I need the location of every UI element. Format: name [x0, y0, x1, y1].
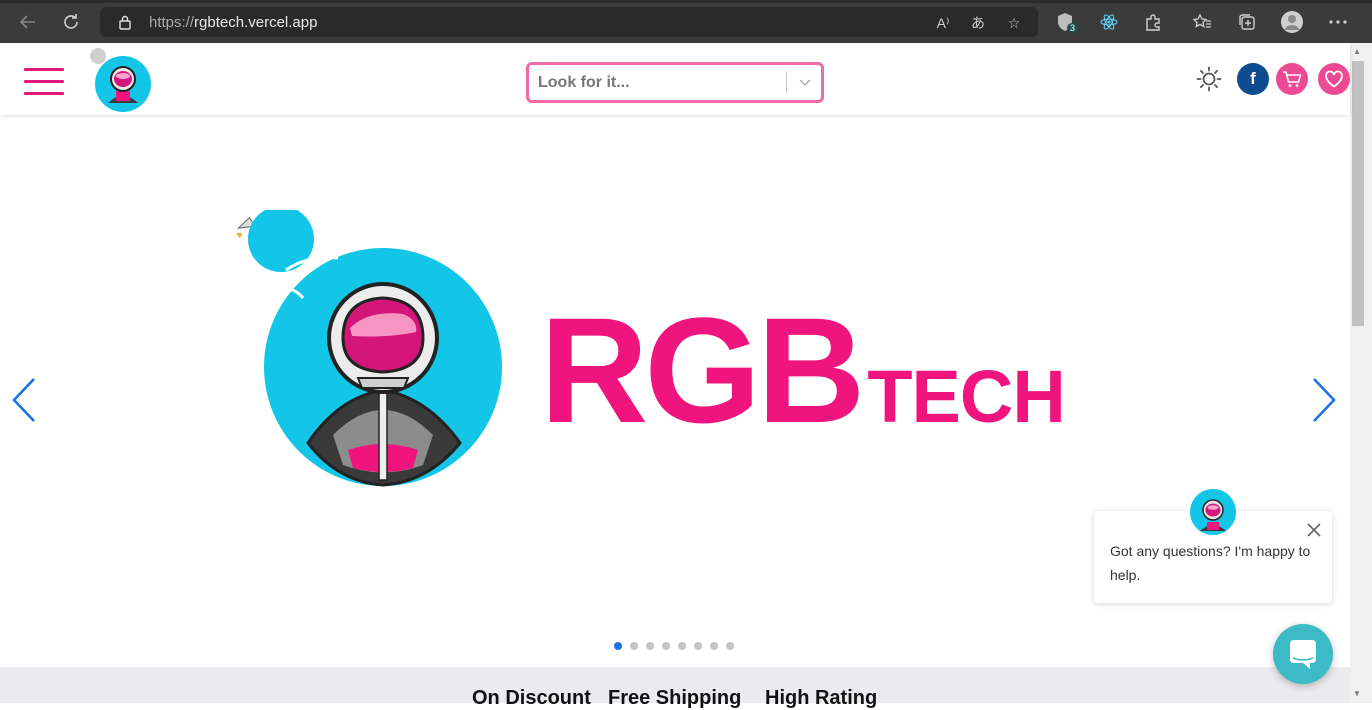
search-input[interactable]: [538, 71, 778, 95]
collections-icon[interactable]: [1235, 10, 1259, 34]
carousel-dot[interactable]: [646, 642, 654, 650]
features-strip: On Discount Free Shipping High Rating: [0, 667, 1350, 709]
url-protocol: https://: [149, 14, 195, 31]
wishlist-button[interactable]: [1318, 63, 1350, 95]
brand-wordmark: RGBTECH: [540, 295, 1066, 445]
carousel-dot[interactable]: [694, 642, 702, 650]
search-box[interactable]: [526, 62, 824, 103]
reload-icon: [64, 14, 78, 29]
facebook-button[interactable]: f: [1237, 63, 1269, 95]
carousel-dot[interactable]: [662, 642, 670, 650]
feature-free-shipping: Free Shipping: [608, 687, 742, 709]
scroll-up-arrow-icon[interactable]: ▲: [1353, 47, 1363, 57]
back-arrow-icon: [19, 15, 35, 29]
brand-tech-text: TECH: [867, 355, 1065, 438]
theme-toggle-sun-icon[interactable]: [1196, 66, 1222, 92]
url-host: rgbtech.vercel.app: [194, 14, 318, 31]
url-text[interactable]: https://rgbtech.vercel.app: [149, 14, 317, 31]
shopping-cart-icon: [1283, 71, 1302, 87]
site-header: f: [0, 43, 1350, 115]
carousel-prev-button[interactable]: [8, 375, 40, 425]
carousel-next-button[interactable]: [1308, 375, 1340, 425]
read-aloud-icon[interactable]: A⁾: [932, 12, 954, 34]
heart-icon: [1325, 70, 1343, 88]
react-devtools-icon[interactable]: [1097, 10, 1121, 34]
menu-hamburger-icon[interactable]: [24, 68, 64, 98]
scroll-down-arrow-icon[interactable]: ▼: [1353, 689, 1363, 699]
banner-astronaut-logo: [228, 206, 518, 500]
page-scrollbar[interactable]: ▲ ▼: [1350, 43, 1372, 703]
scrollbar-thumb[interactable]: [1352, 61, 1364, 326]
chevron-down-icon[interactable]: [796, 73, 814, 91]
chat-icon: [1290, 640, 1316, 669]
tab-strip-edge: [0, 0, 1372, 3]
site-logo[interactable]: [88, 47, 154, 113]
more-menu-icon[interactable]: [1326, 10, 1350, 34]
shield-extension-icon[interactable]: 3: [1053, 10, 1079, 34]
carousel-dot[interactable]: [678, 642, 686, 650]
chevron-right-icon: [1313, 378, 1336, 422]
feature-on-discount: On Discount: [472, 687, 591, 709]
chevron-left-icon: [12, 378, 35, 422]
close-icon[interactable]: [1306, 522, 1322, 538]
chat-greeting-message: Got any questions? I'm happy to help.: [1110, 543, 1311, 583]
browser-toolbar: https://rgbtech.vercel.app A⁾ あ ☆ 3: [0, 0, 1372, 43]
facebook-icon: f: [1250, 69, 1256, 88]
carousel-dot[interactable]: [630, 642, 638, 650]
translate-icon[interactable]: あ: [967, 12, 989, 34]
chat-agent-avatar: [1188, 487, 1238, 537]
chat-launcher-button[interactable]: [1273, 624, 1333, 684]
favorites-icon[interactable]: [1190, 10, 1214, 34]
lock-icon[interactable]: [118, 14, 132, 35]
carousel-dot[interactable]: [726, 642, 734, 650]
back-button[interactable]: [16, 10, 40, 34]
profile-avatar-icon[interactable]: [1280, 10, 1304, 34]
address-bar[interactable]: https://rgbtech.vercel.app A⁾ あ ☆: [100, 7, 1038, 37]
search-separator: [786, 71, 787, 93]
brand-rgb-text: RGB: [540, 286, 865, 454]
reload-button[interactable]: [59, 10, 83, 34]
carousel-indicators: [614, 642, 734, 652]
add-favorite-icon[interactable]: ☆: [1003, 12, 1025, 34]
cart-button[interactable]: [1276, 63, 1308, 95]
extensions-puzzle-icon[interactable]: [1141, 10, 1165, 34]
carousel-dot[interactable]: [710, 642, 718, 650]
extension-badge: 3: [1067, 23, 1079, 33]
carousel-dot[interactable]: [614, 642, 622, 650]
feature-high-rating: High Rating: [765, 687, 878, 709]
